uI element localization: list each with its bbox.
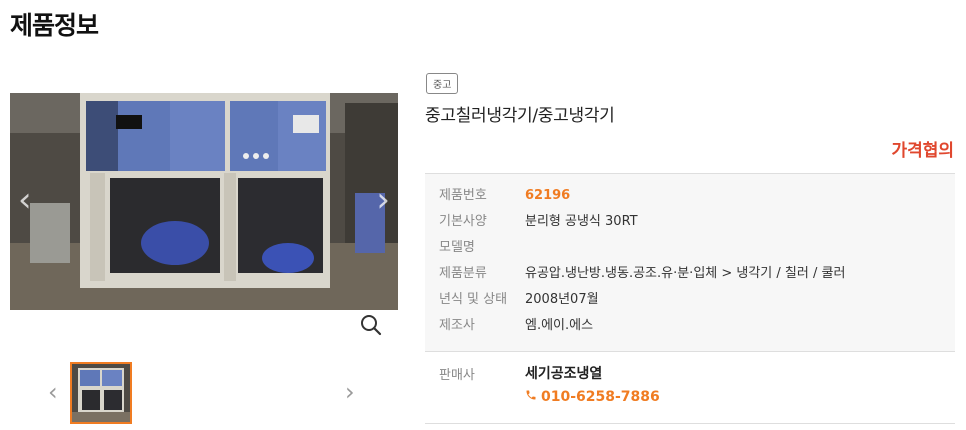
product-image-viewer[interactable]: ‹ ›	[10, 93, 398, 310]
spec-value: 2008년07월	[525, 292, 599, 307]
spec-value: 엠.에이.에스	[525, 318, 594, 333]
image-prev-button[interactable]: ‹	[18, 183, 32, 217]
seller-phone-link[interactable]: 010-6258-7886	[525, 389, 660, 405]
product-photo	[10, 93, 398, 310]
magnifier-icon[interactable]	[357, 312, 385, 338]
spec-table: 제품번호 62196 기본사양 분리형 공냉식 30RT 모델명 제품분류 유공…	[425, 173, 955, 352]
chevron-right-icon[interactable]: ›	[345, 378, 355, 406]
thumbnail-photo	[72, 364, 130, 422]
page-title: 제품정보	[10, 11, 99, 40]
chevron-left-icon[interactable]: ‹	[48, 378, 58, 406]
thumbnail-strip: ‹ ›	[40, 358, 370, 426]
spec-value: 분리형 공냉식 30RT	[525, 214, 638, 229]
image-next-button[interactable]: ›	[376, 183, 390, 217]
spec-label: 년식 및 상태	[439, 292, 508, 307]
spec-label: 제품분류	[439, 266, 487, 281]
seller-section: 판매사 세기공조냉열 010-6258-7886	[425, 351, 955, 424]
seller-name[interactable]: 세기공조냉열	[525, 363, 602, 383]
seller-label: 판매사	[439, 368, 475, 383]
phone-icon	[526, 390, 536, 400]
thumbnail-image[interactable]	[70, 362, 132, 424]
condition-badge: 중고	[426, 73, 459, 94]
product-title: 중고칠러냉각기/중고냉각기	[425, 106, 615, 126]
seller-phone-number: 010-6258-7886	[541, 389, 660, 405]
spec-value: 62196	[525, 188, 571, 203]
spec-label: 모델명	[439, 240, 475, 255]
product-price: 가격협의	[891, 141, 954, 161]
spec-label: 제조사	[439, 318, 475, 333]
spec-label: 기본사양	[439, 214, 487, 229]
spec-label: 제품번호	[439, 188, 487, 203]
spec-value: 유공압.냉난방.냉동.공조.유·분·입체 > 냉각기 / 칠러 / 쿨러	[525, 266, 846, 281]
